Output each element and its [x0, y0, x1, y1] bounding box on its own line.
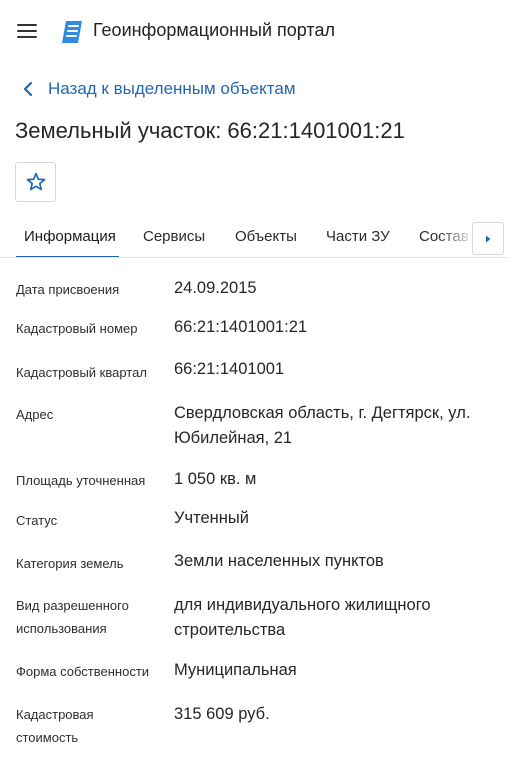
field-label: Форма собственности — [16, 664, 150, 679]
back-to-selected-link[interactable]: Назад к выделенным объектам — [18, 76, 296, 102]
field-value: 1 050 кв. м — [174, 470, 257, 488]
back-link-label: Назад к выделенным объектам — [48, 79, 296, 98]
tab-services[interactable]: Сервисы — [143, 216, 205, 257]
chevron-left-icon — [23, 81, 33, 97]
favorite-button[interactable] — [15, 162, 56, 202]
field-value: Муниципальная — [174, 661, 297, 679]
tab-objects[interactable]: Объекты — [235, 216, 297, 257]
field-label: Кадастровый номер — [16, 321, 138, 336]
field-label: Адрес — [16, 407, 54, 422]
menu-icon[interactable] — [14, 20, 40, 42]
tab-bar: Информация Сервисы Объекты Части ЗУ Сост… — [0, 216, 509, 258]
field-value: Учтенный — [174, 509, 249, 527]
field-value: 24.09.2015 — [174, 279, 257, 297]
field-value: 66:21:1401001:21 — [174, 318, 308, 336]
field-value: для индивидуального жилищного строительс… — [174, 596, 431, 639]
star-icon — [26, 172, 45, 191]
field-label: Статус — [16, 513, 58, 528]
field-label: Кадастровый квартал — [16, 365, 147, 380]
tab-plot-parts[interactable]: Части ЗУ — [326, 216, 390, 257]
app-title: Геоинформационный портал — [93, 20, 335, 40]
field-value: Земли населенных пунктов — [174, 552, 384, 570]
field-value: Свердловская область, г. Дегтярск, ул. Ю… — [174, 404, 471, 447]
portal-logo-icon — [62, 21, 82, 43]
field-label: Кадастровая стоимость — [16, 707, 94, 745]
field-label: Категория земель — [16, 556, 124, 571]
tabs-fade — [437, 216, 477, 256]
tabs-next-button[interactable] — [472, 222, 504, 255]
tab-information[interactable]: Информация — [16, 216, 119, 257]
page-title: Земельный участок: 66:21:1401001:21 — [15, 118, 405, 143]
field-label: Площадь уточненная — [16, 473, 146, 488]
field-label: Дата присвоения — [16, 282, 120, 297]
field-value: 315 609 руб. — [174, 705, 270, 723]
caret-right-icon — [486, 235, 491, 242]
field-label: Вид разрешенного использования — [16, 598, 129, 636]
app-header: Геоинформационный портал — [0, 0, 509, 64]
field-value: 66:21:1401001 — [174, 360, 285, 378]
